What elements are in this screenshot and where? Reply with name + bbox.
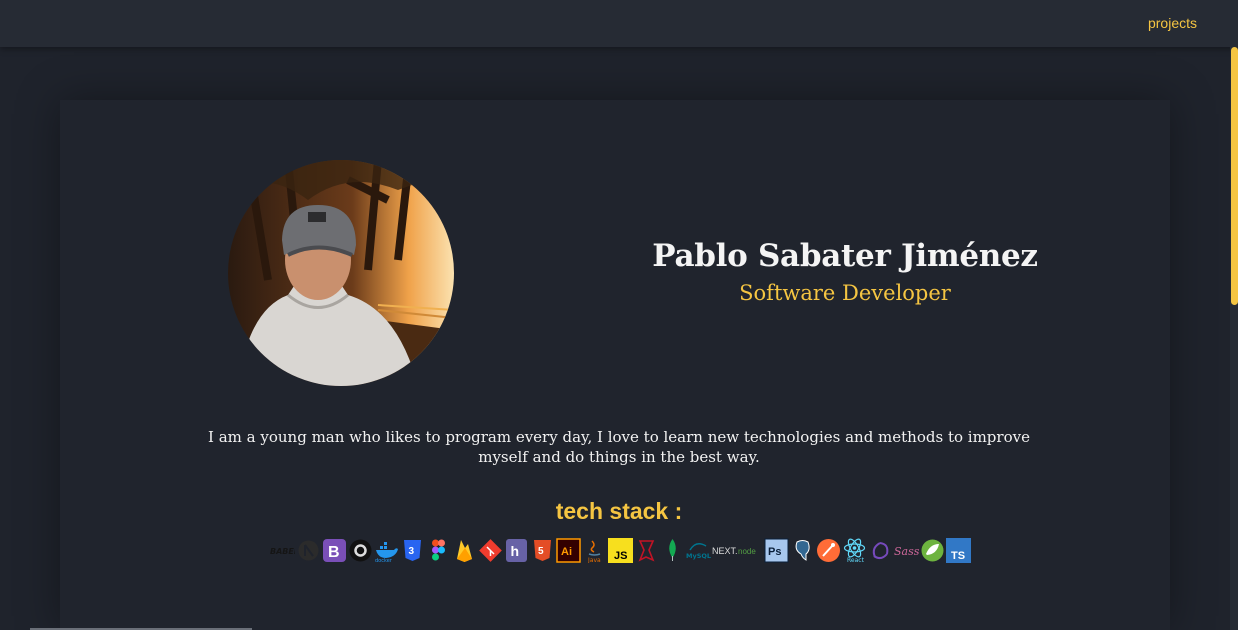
nextjs-icon: NEXT. xyxy=(712,538,737,563)
mongodb-icon xyxy=(660,538,685,563)
nodejs-icon: node xyxy=(738,538,763,563)
git-icon xyxy=(478,538,503,563)
babel-icon: BABEL xyxy=(270,538,295,563)
spring-icon xyxy=(920,538,945,563)
profile-bio: I am a young man who likes to program ev… xyxy=(208,428,1030,466)
scrollbar-thumb[interactable] xyxy=(1231,47,1238,305)
svg-text:5: 5 xyxy=(538,546,544,557)
svg-text:node: node xyxy=(738,547,756,556)
svg-text:Sass: Sass xyxy=(894,545,919,558)
postman-icon xyxy=(816,538,841,563)
react-icon: React xyxy=(842,538,867,563)
java-icon: Java xyxy=(582,538,607,563)
css3-icon: 3 xyxy=(400,538,425,563)
tech-stack-title: tech stack : xyxy=(555,498,683,524)
javascript-icon: JS xyxy=(608,537,633,563)
profile-role: Software Developer xyxy=(739,281,951,305)
svg-text:Ps: Ps xyxy=(768,546,781,558)
svg-text:React: React xyxy=(847,557,865,563)
tech-stack-icons: BABEL B docker 3 h 5 Ai Java JS M xyxy=(270,536,971,564)
svg-text:NEXT.: NEXT. xyxy=(712,546,737,556)
bootstrap-icon: B xyxy=(322,538,347,563)
html5-icon: 5 xyxy=(530,538,555,563)
redux-icon xyxy=(868,538,893,563)
photoshop-icon: Ps xyxy=(764,538,789,563)
svg-text:MySQL: MySQL xyxy=(686,552,711,560)
svg-text:BABEL: BABEL xyxy=(270,547,295,556)
next-icon xyxy=(296,538,321,563)
svg-text:docker: docker xyxy=(375,558,393,563)
illustrator-icon: Ai xyxy=(556,537,581,563)
firebase-icon xyxy=(452,538,477,563)
svg-text:h: h xyxy=(511,543,520,559)
jest-icon xyxy=(634,538,659,563)
postgresql-icon xyxy=(790,538,815,563)
svg-text:TS: TS xyxy=(951,550,965,562)
svg-text:JS: JS xyxy=(614,550,627,562)
docker-icon: docker xyxy=(374,538,399,563)
svg-text:3: 3 xyxy=(409,546,415,557)
nav-link-projects[interactable]: projects xyxy=(1148,15,1197,31)
typescript-icon: TS xyxy=(946,537,971,563)
top-navbar: projects xyxy=(0,0,1238,47)
heroku-icon: h xyxy=(504,538,529,563)
svg-text:Ai: Ai xyxy=(561,546,572,558)
mysql-icon: MySQL xyxy=(686,538,711,563)
figma-icon xyxy=(426,538,451,563)
profile-name: Pablo Sabater Jiménez xyxy=(652,238,1038,274)
circle-icon xyxy=(348,538,373,563)
svg-text:Java: Java xyxy=(587,557,601,563)
svg-text:B: B xyxy=(328,544,340,561)
avatar xyxy=(228,160,454,386)
sass-icon: Sass xyxy=(894,538,919,563)
